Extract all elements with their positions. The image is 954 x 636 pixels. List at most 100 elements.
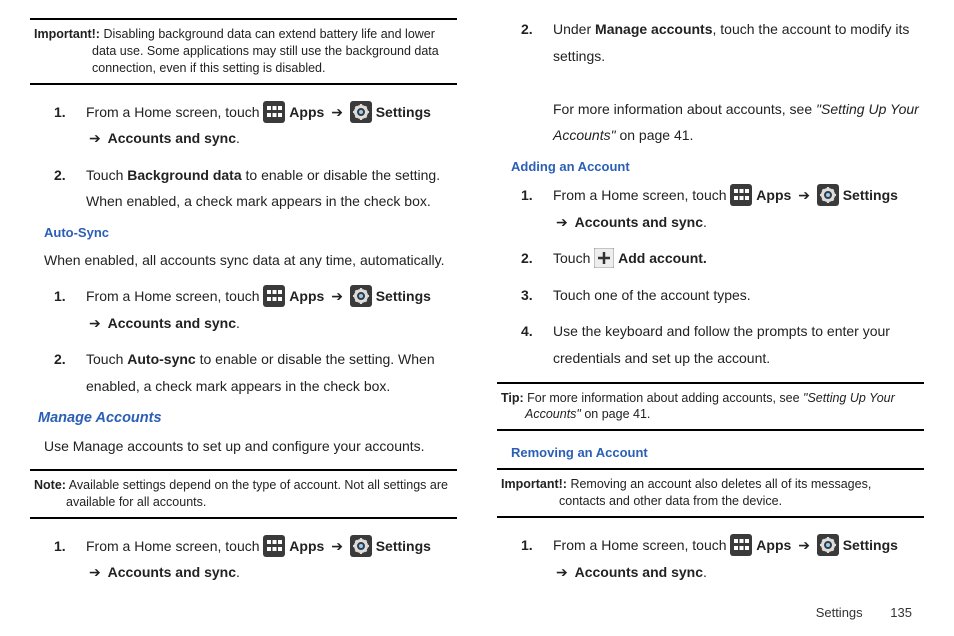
important-box: Important!: Removing an account also del… (497, 468, 924, 518)
text: For more information about accounts, see (553, 101, 816, 117)
page-footer: Settings 135 (816, 605, 912, 620)
footer-section: Settings (816, 605, 863, 620)
settings-label: Settings (843, 537, 898, 553)
arrow-icon: ➔ (795, 537, 813, 553)
arrow-icon: ➔ (328, 104, 346, 120)
accounts-sync-label: Accounts and sync (108, 564, 236, 580)
removing-account-heading: Removing an Account (511, 445, 924, 460)
arrow-icon: ➔ (86, 315, 104, 331)
page-columns: Important!: Disabling background data ca… (0, 0, 954, 596)
settings-label: Settings (376, 288, 431, 304)
step-number: 2. (521, 245, 553, 272)
step-number: 1. (521, 532, 553, 585)
apps-icon (263, 285, 285, 307)
apps-label: Apps (756, 537, 791, 553)
arrow-icon: ➔ (328, 288, 346, 304)
text: Touch (86, 167, 127, 183)
settings-label: Settings (376, 538, 431, 554)
step-number: 1. (521, 182, 553, 235)
arrow-icon: ➔ (328, 538, 346, 554)
auto-sync-paragraph: When enabled, all accounts sync data at … (44, 248, 457, 273)
arrow-icon: ➔ (795, 187, 813, 203)
list-item: 2. Touch Auto-sync to enable or disable … (54, 346, 457, 399)
tip-text-pre: For more information about adding accoun… (527, 391, 803, 405)
accounts-sync-label: Accounts and sync (575, 214, 703, 230)
text: From a Home screen, touch (86, 104, 263, 120)
important-label: Important!: (34, 27, 100, 41)
settings-icon (350, 285, 372, 307)
background-data-steps: 1. From a Home screen, touch Apps ➔ Sett… (54, 99, 457, 215)
settings-icon (817, 534, 839, 556)
tip-label: Tip: (501, 391, 524, 405)
step-number: 1. (54, 99, 86, 152)
removing-account-steps: 1. From a Home screen, touch Apps ➔ Sett… (521, 532, 924, 585)
important-text: Disabling background data can extend bat… (92, 27, 439, 75)
list-item: 2. Under Manage accounts, touch the acco… (521, 16, 924, 149)
step-number: 2. (54, 346, 86, 399)
settings-icon (350, 101, 372, 123)
apps-label: Apps (289, 538, 324, 554)
note-box: Note: Available settings depend on the t… (30, 469, 457, 519)
text: . (703, 564, 707, 580)
arrow-icon: ➔ (553, 214, 571, 230)
step-number: 1. (54, 533, 86, 586)
apps-icon (730, 534, 752, 556)
accounts-sync-label: Accounts and sync (108, 130, 236, 146)
apps-icon (263, 535, 285, 557)
list-item: 2. Touch Add account. (521, 245, 924, 272)
manage-accounts-steps: 1. From a Home screen, touch Apps ➔ Sett… (54, 533, 457, 586)
manage-accounts-paragraph: Use Manage accounts to set up and config… (44, 434, 457, 459)
list-item: 4. Use the keyboard and follow the promp… (521, 318, 924, 371)
left-column: Important!: Disabling background data ca… (30, 10, 457, 596)
text: From a Home screen, touch (553, 537, 730, 553)
auto-sync-heading: Auto-Sync (44, 225, 457, 240)
auto-sync-steps: 1. From a Home screen, touch Apps ➔ Sett… (54, 283, 457, 399)
list-item: 1. From a Home screen, touch Apps ➔ Sett… (521, 182, 924, 235)
list-item: 3. Touch one of the account types. (521, 282, 924, 309)
plus-icon (594, 248, 614, 268)
apps-label: Apps (289, 104, 324, 120)
step-number: 2. (54, 162, 86, 215)
adding-account-steps: 1. From a Home screen, touch Apps ➔ Sett… (521, 182, 924, 372)
auto-sync-label: Auto-sync (127, 351, 195, 367)
apps-icon (730, 184, 752, 206)
text: . (236, 564, 240, 580)
manage-accounts-label: Manage accounts (595, 21, 712, 37)
step-number: 4. (521, 318, 553, 371)
settings-icon (817, 184, 839, 206)
text: . (236, 315, 240, 331)
text: Touch (553, 250, 594, 266)
list-item: 1. From a Home screen, touch Apps ➔ Sett… (54, 283, 457, 336)
page-number: 135 (890, 605, 912, 620)
tip-text-post: on page 41. (581, 407, 651, 421)
important-text: Removing an account also deletes all of … (559, 477, 871, 508)
apps-label: Apps (289, 288, 324, 304)
important-box: Important!: Disabling background data ca… (30, 18, 457, 85)
list-item: 1. From a Home screen, touch Apps ➔ Sett… (54, 533, 457, 586)
step-number: 2. (521, 16, 553, 149)
text: . (703, 214, 707, 230)
text: From a Home screen, touch (553, 187, 730, 203)
step-number: 1. (54, 283, 86, 336)
note-label: Note: (34, 478, 66, 492)
apps-label: Apps (756, 187, 791, 203)
text: . (236, 130, 240, 146)
settings-label: Settings (843, 187, 898, 203)
text: From a Home screen, touch (86, 288, 263, 304)
background-data-label: Background data (127, 167, 241, 183)
accounts-sync-label: Accounts and sync (575, 564, 703, 580)
manage-accounts-heading: Manage Accounts (38, 410, 457, 426)
text: on page 41. (616, 127, 694, 143)
step-number: 3. (521, 282, 553, 309)
text: Use the keyboard and follow the prompts … (553, 318, 924, 371)
important-label: Important!: (501, 477, 567, 491)
text: Under (553, 21, 595, 37)
text: Touch one of the account types. (553, 282, 924, 309)
accounts-sync-label: Accounts and sync (108, 315, 236, 331)
note-text: Available settings depend on the type of… (66, 478, 448, 509)
arrow-icon: ➔ (86, 564, 104, 580)
adding-account-heading: Adding an Account (511, 159, 924, 174)
arrow-icon: ➔ (553, 564, 571, 580)
add-account-label: Add account. (618, 250, 707, 266)
list-item: 1. From a Home screen, touch Apps ➔ Sett… (54, 99, 457, 152)
